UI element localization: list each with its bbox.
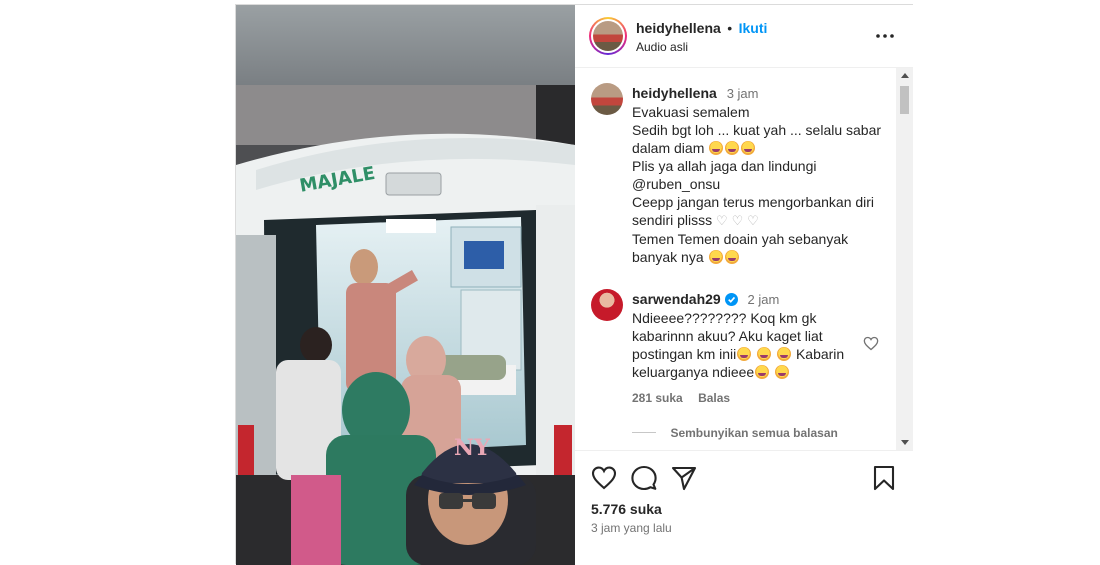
crying-emoji-icon bbox=[755, 365, 770, 379]
white-heart-icon: ♡ bbox=[731, 213, 744, 228]
caption-line: Evakuasi semalem bbox=[632, 104, 750, 120]
instagram-post-frame: MAJALE NY heidyhellena • Ikuti Audio asl… bbox=[235, 4, 913, 565]
post-video[interactable]: MAJALE NY bbox=[236, 5, 575, 565]
mention-link[interactable]: @ruben_onsu bbox=[632, 175, 892, 193]
post-side-panel: heidyhellena • Ikuti Audio asli heidyhel… bbox=[575, 5, 913, 565]
comment-likes-count[interactable]: 281 suka bbox=[632, 391, 683, 405]
commenter-username[interactable]: sarwendah29 bbox=[632, 291, 721, 307]
cap-logo: NY bbox=[454, 435, 490, 461]
caption-line: Ceepp jangan terus mengorbankan diri bbox=[632, 194, 875, 210]
reply-button[interactable]: Balas bbox=[698, 391, 730, 405]
comment-time[interactable]: 2 jam bbox=[748, 292, 780, 307]
comment-like-heart-icon[interactable] bbox=[863, 336, 879, 351]
hide-replies-label: Sembunyikan semua balasan bbox=[670, 426, 838, 440]
scrollbar-thumb[interactable] bbox=[900, 86, 909, 114]
crying-emoji-icon bbox=[725, 141, 740, 155]
comment-line: postingan km inii bbox=[632, 346, 737, 362]
crying-emoji-icon bbox=[777, 347, 792, 361]
save-bookmark-icon[interactable] bbox=[871, 465, 897, 491]
header-separator: • bbox=[727, 20, 733, 36]
caption-comment: heidyhellena 3 jam Evakuasi semalem Sedi… bbox=[632, 84, 892, 266]
crying-emoji-icon bbox=[737, 347, 752, 361]
post-header: heidyhellena • Ikuti Audio asli bbox=[575, 5, 913, 68]
more-options-icon[interactable] bbox=[875, 27, 895, 45]
white-heart-icon: ♡ bbox=[747, 213, 759, 228]
scroll-down-arrow-icon[interactable] bbox=[901, 440, 909, 445]
comment-line: Kabarin bbox=[795, 346, 845, 362]
comments-list[interactable]: heidyhellena 3 jam Evakuasi semalem Sedi… bbox=[575, 68, 913, 450]
share-send-icon[interactable] bbox=[671, 465, 697, 491]
post-timestamp[interactable]: 3 jam yang lalu bbox=[591, 521, 672, 535]
avatar-photo bbox=[593, 21, 623, 51]
reply-comment: sarwendah29 2 jam Ndieeee???????? Koq km… bbox=[632, 290, 872, 405]
hide-replies-toggle[interactable]: Sembunyikan semua balasan bbox=[632, 424, 838, 442]
post-actions: 5.776 suka 3 jam yang lalu bbox=[575, 450, 913, 565]
caption-author-avatar[interactable] bbox=[591, 83, 623, 115]
comment-line: keluarganya ndieee bbox=[632, 364, 755, 380]
crying-emoji-icon bbox=[775, 365, 790, 379]
caption-username[interactable]: heidyhellena bbox=[632, 85, 717, 101]
comment-line: Ndieeee???????? Koq km gk bbox=[632, 310, 817, 326]
caption-line: Temen Temen doain yah sebanyak bbox=[632, 231, 849, 247]
verified-badge-icon bbox=[724, 293, 738, 306]
comments-scrollbar[interactable] bbox=[896, 68, 913, 450]
scroll-up-arrow-icon[interactable] bbox=[901, 73, 909, 78]
author-avatar[interactable] bbox=[589, 17, 627, 55]
crying-emoji-icon bbox=[741, 141, 756, 155]
video-frame-image: MAJALE NY bbox=[236, 5, 575, 565]
author-username[interactable]: heidyhellena bbox=[636, 20, 721, 36]
replies-divider bbox=[632, 432, 656, 434]
caption-line: dalam diam bbox=[632, 140, 705, 156]
white-heart-icon: ♡ bbox=[716, 213, 728, 228]
follow-button[interactable]: Ikuti bbox=[739, 20, 768, 36]
caption-line: banyak nya bbox=[632, 249, 704, 265]
caption-time[interactable]: 3 jam bbox=[727, 86, 759, 101]
post-likes-count[interactable]: 5.776 suka bbox=[591, 501, 662, 517]
crying-emoji-icon bbox=[708, 250, 723, 264]
commenter-avatar[interactable] bbox=[591, 289, 623, 321]
caption-line: sendiri plisss bbox=[632, 212, 713, 228]
crying-emoji-icon bbox=[757, 347, 772, 361]
caption-line: Sedih bgt loh ... kuat yah ... selalu sa… bbox=[632, 122, 882, 138]
caption-line: Plis ya allah jaga dan lindungi bbox=[632, 158, 817, 174]
like-heart-icon[interactable] bbox=[591, 465, 617, 491]
comment-bubble-icon[interactable] bbox=[631, 465, 657, 491]
comment-line: kabarinnn akuu? Aku kaget liat bbox=[632, 328, 823, 344]
audio-label[interactable]: Audio asli bbox=[636, 40, 688, 54]
crying-emoji-icon bbox=[709, 141, 724, 155]
crying-emoji-icon bbox=[724, 250, 739, 264]
